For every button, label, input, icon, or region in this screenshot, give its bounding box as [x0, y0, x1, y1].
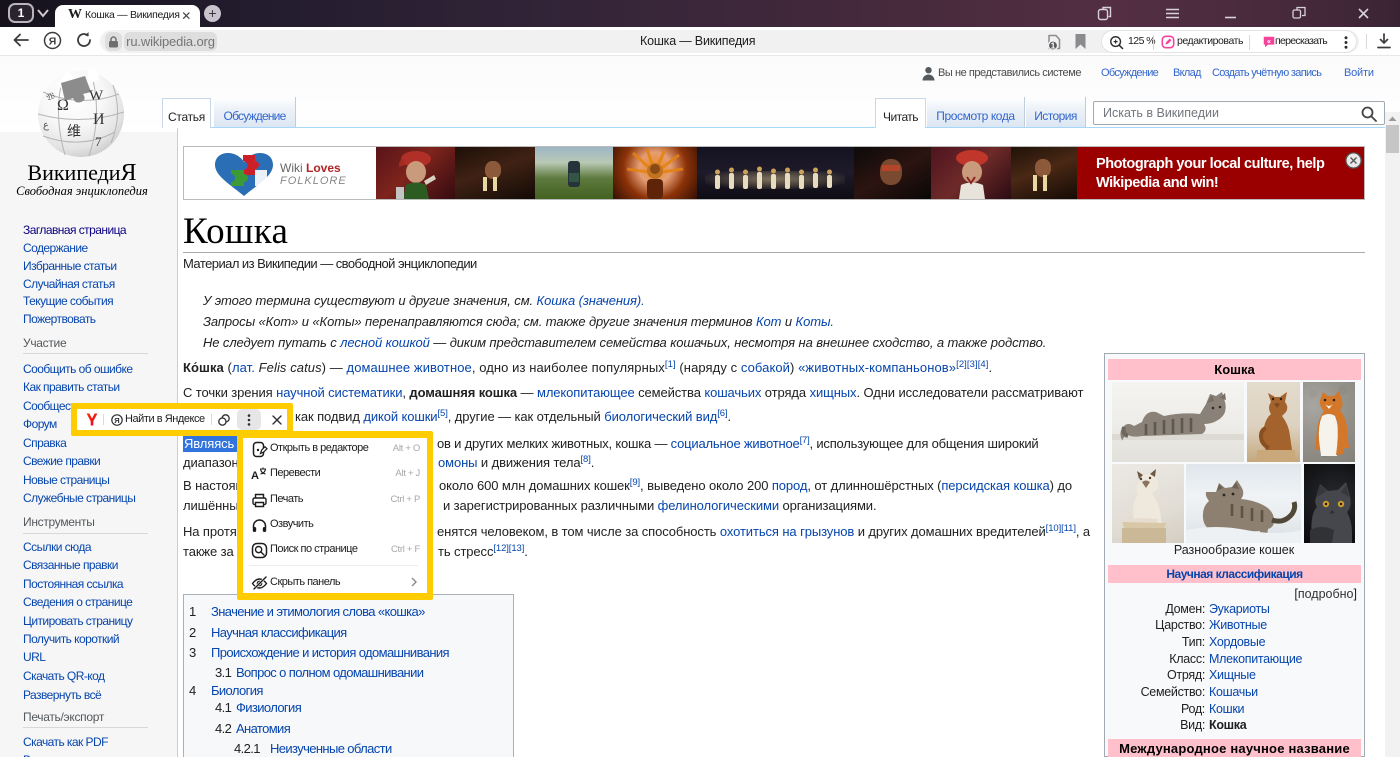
svg-text:A: A	[251, 470, 259, 482]
svg-text:W: W	[89, 88, 104, 104]
svg-text:Я: Я	[49, 35, 57, 47]
svg-text:И: И	[93, 111, 105, 128]
svg-text:Я: Я	[114, 415, 119, 424]
svg-text:维: 维	[67, 124, 81, 140]
svg-text:«: «	[1267, 38, 1271, 45]
svg-text:1: 1	[1051, 41, 1056, 51]
svg-text:Ω: Ω	[57, 97, 69, 114]
svg-text:ع: ع	[43, 120, 49, 131]
svg-text:7: 7	[95, 134, 102, 149]
